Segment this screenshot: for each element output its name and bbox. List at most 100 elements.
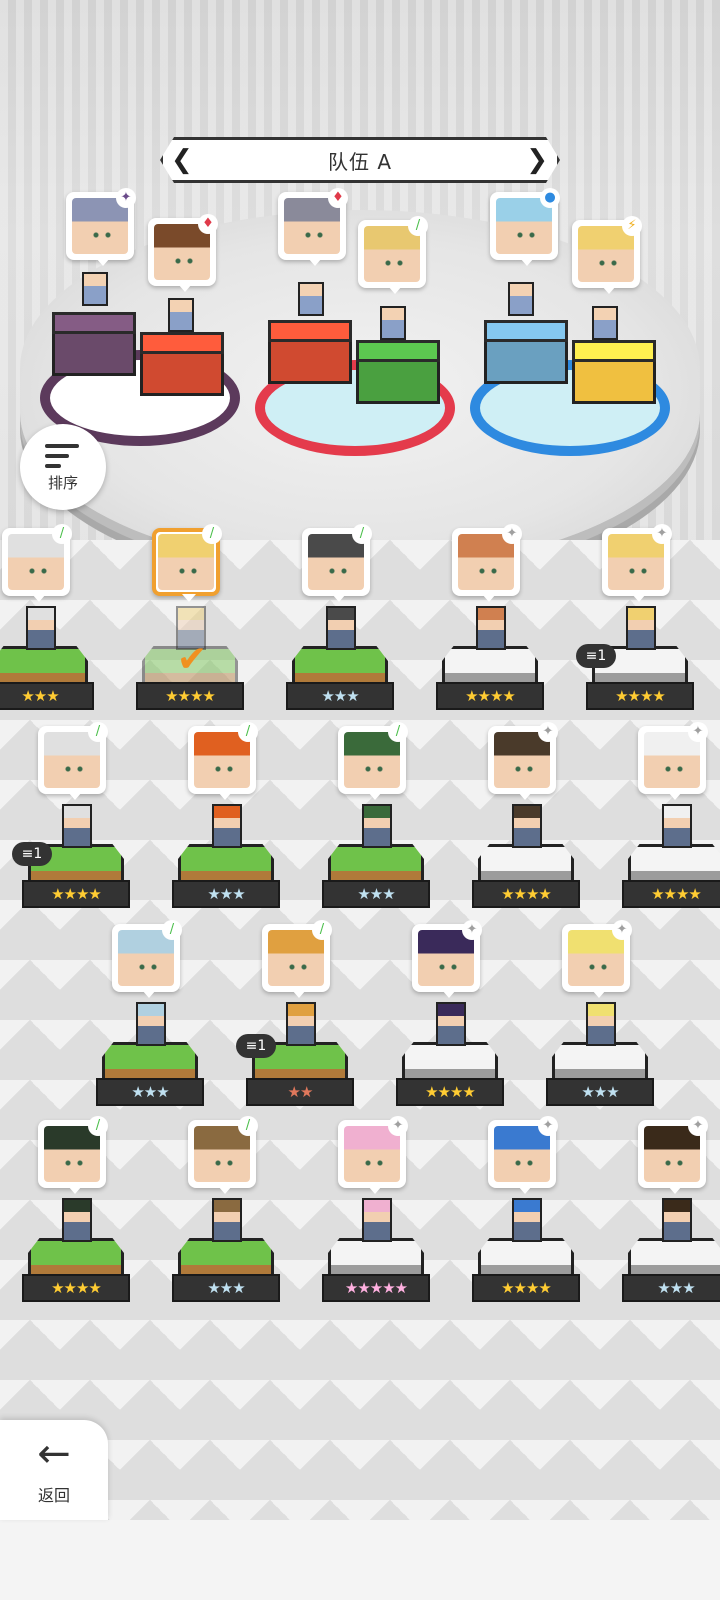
- star-rating: ★★★★: [472, 880, 580, 908]
- character-sprite: [626, 606, 656, 650]
- next-team-arrow-icon[interactable]: ❯: [526, 140, 549, 180]
- formation-block: [268, 320, 352, 384]
- character-sprite: [212, 1198, 242, 1242]
- portrait-pointer: [668, 792, 682, 800]
- portrait-pointer: [592, 990, 606, 998]
- character-sprite: [512, 804, 542, 848]
- roster-character-tile[interactable]: ✦ ★★★★: [472, 1116, 582, 1310]
- element-icon: ✦: [538, 1116, 558, 1136]
- sort-button[interactable]: 排序: [20, 424, 106, 510]
- formation-portrait-front-center[interactable]: /: [358, 216, 428, 294]
- roster-character-tile[interactable]: ✦ ★★★★: [396, 920, 506, 1114]
- character-sprite: [286, 1002, 316, 1046]
- roster-character-tile[interactable]: ✦ ★★★★: [622, 722, 720, 916]
- character-portrait: ✦: [412, 920, 482, 998]
- roster-character-tile[interactable]: / ★★★: [286, 524, 396, 718]
- element-icon: ✦: [462, 920, 482, 940]
- character-portrait: /: [338, 722, 408, 800]
- duplicate-count-badge: ≡1: [576, 644, 616, 668]
- star-rating: ★★★★: [586, 682, 694, 710]
- character-portrait: /: [152, 524, 222, 602]
- element-icon: /: [162, 920, 182, 940]
- character-sprite: [62, 804, 92, 848]
- roster-character-tile[interactable]: ✦ ★★★: [546, 920, 656, 1114]
- character-portrait: /: [188, 1116, 258, 1194]
- team-banner: ❮ 队伍 A ❯: [160, 137, 560, 183]
- roster-character-tile[interactable]: / ★★★★ ≡1: [12, 722, 132, 916]
- star-rating: ★★★: [322, 880, 430, 908]
- portrait-pointer: [218, 1186, 232, 1194]
- formation-block: [140, 332, 224, 396]
- formation-block: [52, 312, 136, 376]
- formation-sprite: [168, 298, 194, 332]
- character-portrait: ✦: [452, 524, 522, 602]
- portrait-pointer: [68, 792, 82, 800]
- formation-portrait-back-right[interactable]: ●: [490, 188, 560, 266]
- star-rating: ★★★★: [472, 1274, 580, 1302]
- back-button[interactable]: ← 返回: [0, 1420, 108, 1520]
- element-icon: ✦: [688, 1116, 708, 1136]
- portrait-pointer: [292, 990, 306, 998]
- roster-character-tile[interactable]: ✦ ★★★★ ≡1: [576, 524, 696, 718]
- character-sprite: [362, 1198, 392, 1242]
- character-sprite: [436, 1002, 466, 1046]
- character-portrait: /: [38, 722, 108, 800]
- portrait-pointer: [68, 1186, 82, 1194]
- roster-character-tile[interactable]: / ★★★★: [22, 1116, 132, 1310]
- character-sprite: [662, 1198, 692, 1242]
- back-arrow-icon: ←: [37, 1431, 71, 1477]
- character-portrait: ✦: [602, 524, 672, 602]
- team-title: 队伍 A: [327, 149, 393, 174]
- star-rating: ★★★★: [436, 682, 544, 710]
- duplicate-count-badge: ≡1: [12, 842, 52, 866]
- roster-character-tile[interactable]: ✦ ★★★★: [436, 524, 546, 718]
- character-sprite: [26, 606, 56, 650]
- element-icon: /: [202, 524, 222, 544]
- element-icon: ✦: [116, 188, 136, 208]
- element-icon: /: [52, 524, 72, 544]
- element-icon: ⚡: [622, 216, 642, 236]
- portrait-pointer: [96, 258, 110, 266]
- roster-character-tile[interactable]: ✦ ★★★★: [472, 722, 582, 916]
- roster-character-tile[interactable]: / ★★★: [172, 1116, 282, 1310]
- formation-block: [484, 320, 568, 384]
- roster-character-tile[interactable]: / ★★ ≡1: [236, 920, 356, 1114]
- element-icon: ●: [540, 188, 560, 208]
- formation-sprite: [592, 306, 618, 340]
- element-icon: /: [388, 722, 408, 742]
- character-sprite: [476, 606, 506, 650]
- portrait-pointer: [368, 792, 382, 800]
- portrait-pointer: [632, 594, 646, 602]
- roster-character-tile[interactable]: / ★★★: [172, 722, 282, 916]
- element-icon: /: [312, 920, 332, 940]
- star-rating: ★★★: [172, 1274, 280, 1302]
- roster-character-tile[interactable]: / ★★★: [96, 920, 206, 1114]
- star-rating: ★★★★: [22, 1274, 130, 1302]
- formation-sprite: [508, 282, 534, 316]
- prev-team-arrow-icon[interactable]: ❮: [171, 140, 194, 180]
- character-portrait: ✦: [488, 1116, 558, 1194]
- element-icon: /: [238, 1116, 258, 1136]
- element-icon: ♦: [198, 214, 218, 234]
- character-portrait: ✦: [638, 1116, 708, 1194]
- element-icon: /: [88, 1116, 108, 1136]
- roster-character-tile[interactable]: / ★★★★ ✔: [136, 524, 246, 718]
- formation-portrait-back-center[interactable]: ♦: [278, 188, 348, 266]
- star-rating: ★★★: [172, 880, 280, 908]
- character-sprite: [512, 1198, 542, 1242]
- portrait-pointer: [520, 258, 534, 266]
- formation-portrait-back-left[interactable]: ✦: [66, 188, 136, 266]
- formation-sprite: [380, 306, 406, 340]
- character-sprite: [326, 606, 356, 650]
- formation-portrait-front-left[interactable]: ♦: [148, 214, 218, 292]
- portrait-pointer: [482, 594, 496, 602]
- portrait-pointer: [142, 990, 156, 998]
- roster-character-tile[interactable]: ✦ ★★★: [622, 1116, 720, 1310]
- formation-portrait-front-right[interactable]: ⚡: [572, 216, 642, 294]
- character-portrait: /: [188, 722, 258, 800]
- formation-block: [572, 340, 656, 404]
- roster-character-tile[interactable]: / ★★★: [0, 524, 96, 718]
- roster-character-tile[interactable]: ✦ ★★★★★: [322, 1116, 432, 1310]
- element-icon: /: [88, 722, 108, 742]
- roster-character-tile[interactable]: / ★★★: [322, 722, 432, 916]
